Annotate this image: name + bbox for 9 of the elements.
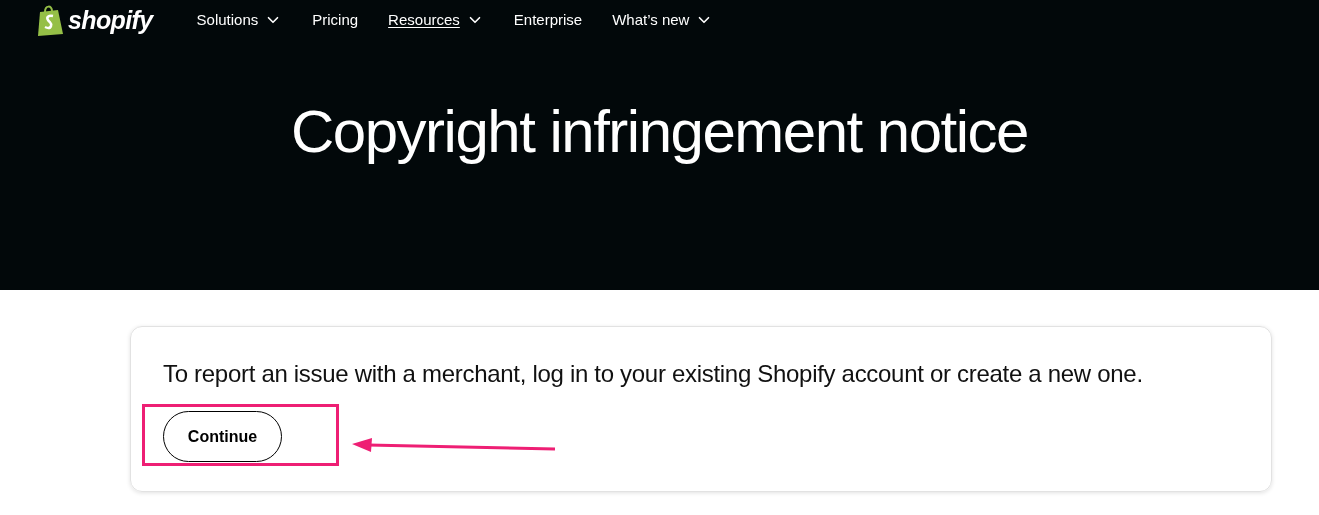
message-text: To report an issue with a merchant, log in to your existing Shopify account or create a new one. (163, 359, 1144, 389)
logo-text[interactable]: shopify (68, 7, 153, 33)
shopping-bag-icon (36, 4, 64, 36)
nav-link[interactable]: Solutions (196, 8, 283, 32)
nav-link[interactable]: Enterprise (513, 8, 583, 32)
nav-link[interactable]: What’s new (612, 8, 714, 32)
page-title: Copyright infringement notice (290, 102, 1029, 162)
nav-link[interactable]: Pricing (312, 8, 359, 32)
nav-link[interactable]: Resources (388, 8, 484, 32)
